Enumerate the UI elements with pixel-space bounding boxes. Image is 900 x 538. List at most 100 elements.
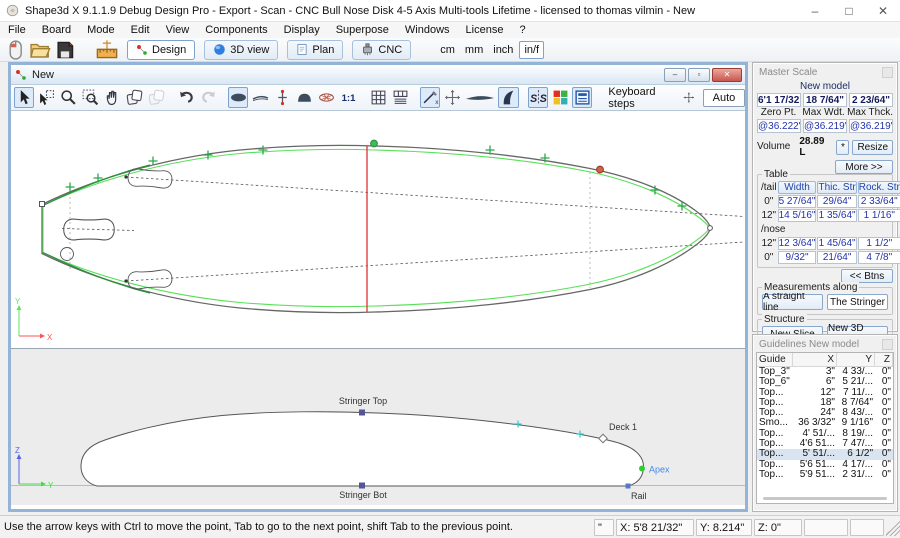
unit-inch[interactable]: inch xyxy=(489,42,517,58)
tail-12-width[interactable]: 14 5/16" xyxy=(778,209,817,222)
close-button[interactable]: ✕ xyxy=(866,0,900,22)
btns-toggle-button[interactable]: << Btns xyxy=(841,269,893,283)
undo-icon[interactable] xyxy=(176,87,196,108)
doc-minimize-button[interactable]: – xyxy=(664,68,686,82)
guideline-cross-icon[interactable] xyxy=(442,87,462,108)
rotate-view-icon[interactable] xyxy=(125,87,145,108)
menu-display[interactable]: Display xyxy=(276,23,328,37)
slice-view-icon[interactable] xyxy=(295,87,315,108)
rail-point[interactable] xyxy=(626,484,631,489)
nose-12-rocker[interactable]: 1 1/2" xyxy=(858,237,900,250)
tail-12-thick[interactable]: 1 35/64" xyxy=(817,209,856,222)
selected-point[interactable] xyxy=(371,140,378,147)
move-cross-icon[interactable] xyxy=(683,91,695,104)
slice-view-pane[interactable]: Stringer Top Deck 1 Apex Rail Stringer B… xyxy=(11,349,745,505)
minimize-button[interactable]: – xyxy=(798,0,832,22)
thickness-view-icon[interactable] xyxy=(272,87,292,108)
select-box-icon[interactable] xyxy=(36,87,56,108)
width-field[interactable]: 18 7/64" xyxy=(803,93,847,107)
side-profile-icon[interactable] xyxy=(464,87,496,108)
select-cursor-icon[interactable] xyxy=(14,87,34,108)
guideline-row[interactable]: Top...5'9 51...2 31/...0" xyxy=(757,470,893,480)
edit-curve-icon[interactable]: x xyxy=(420,87,440,108)
maximize-button[interactable]: □ xyxy=(832,0,866,22)
zoom-window-icon[interactable] xyxy=(80,87,100,108)
length-field[interactable]: 6'1 17/32" xyxy=(757,93,801,107)
menu-board[interactable]: Board xyxy=(34,23,79,37)
doc-restore-button[interactable]: ▫ xyxy=(688,68,710,82)
3d-view-mode-button[interactable]: 3D view xyxy=(204,40,278,60)
col-width[interactable]: Width xyxy=(778,181,817,194)
menu-windows[interactable]: Windows xyxy=(397,23,458,37)
guideline-row[interactable]: Top...4' 51/...8 19/...0" xyxy=(757,429,893,439)
dimensions-ruler-icon[interactable] xyxy=(96,40,118,60)
guideline-row[interactable]: Top...24"8 43/...0" xyxy=(757,408,893,418)
nose-0-thick[interactable]: 21/64" xyxy=(817,251,856,264)
s-mirror-icon[interactable]: SS xyxy=(528,87,548,108)
tail-0-width[interactable]: 5 27/64" xyxy=(778,195,817,208)
save-board-icon[interactable] xyxy=(54,40,76,60)
nose-0-rocker[interactable]: 4 7/8" xyxy=(858,251,900,264)
more-button[interactable]: More >> xyxy=(835,160,893,174)
menu-components[interactable]: Components xyxy=(197,23,275,37)
col-rocker[interactable]: Rock. Str xyxy=(858,181,900,194)
tail-0-thick[interactable]: 29/64" xyxy=(817,195,856,208)
unit-inf[interactable]: in/f xyxy=(519,41,544,59)
grid-icon[interactable] xyxy=(368,87,388,108)
menu-license[interactable]: License xyxy=(458,23,512,37)
menu-edit[interactable]: Edit xyxy=(123,23,158,37)
color-layers-icon[interactable] xyxy=(550,87,570,108)
col-thick[interactable]: Thic. Str xyxy=(817,181,856,194)
stringer-top-point[interactable] xyxy=(359,410,365,416)
pan-hand-icon[interactable] xyxy=(103,87,123,108)
straight-line-button[interactable]: A straight line xyxy=(762,294,823,310)
fin-icon[interactable] xyxy=(498,87,518,108)
unit-cm[interactable]: cm xyxy=(436,42,459,58)
redo-icon[interactable] xyxy=(199,87,219,108)
rotate-view-alt-icon[interactable] xyxy=(147,87,167,108)
guideline-row[interactable]: Top...5' 51/...6 1/2"0" xyxy=(757,449,893,459)
resize-grip[interactable] xyxy=(886,519,900,536)
tail-12-rocker[interactable]: 1 1/16" xyxy=(858,209,900,222)
thickness-field[interactable]: 2 23/64" xyxy=(849,93,893,107)
menu-view[interactable]: View xyxy=(158,23,198,37)
menu-file[interactable]: File xyxy=(0,23,34,37)
guideline-row[interactable]: Top_3"3"4 33/...0" xyxy=(757,367,893,377)
design-mode-button[interactable]: Design xyxy=(127,40,195,60)
doc-close-button[interactable]: ✕ xyxy=(712,68,742,82)
nose-12-thick[interactable]: 1 45/64" xyxy=(817,237,856,250)
mesh-view-icon[interactable] xyxy=(317,87,337,108)
menu-superpose[interactable]: Superpose xyxy=(328,23,397,37)
guideline-row[interactable]: Top...5'6 51...4 17/...0" xyxy=(757,460,893,470)
menu-mode[interactable]: Mode xyxy=(79,23,123,37)
outline-view-icon[interactable] xyxy=(228,87,248,108)
max-width-field[interactable]: @36.219" xyxy=(803,119,847,133)
guideline-row[interactable]: Smo...36 3/32"9 1/16"0" xyxy=(757,418,893,428)
outline-view-pane[interactable]: Y X xyxy=(11,111,745,349)
zero-point-field[interactable]: @36.222" xyxy=(757,119,801,133)
rocker-view-icon[interactable] xyxy=(250,87,270,108)
open-folder-icon[interactable] xyxy=(29,40,51,60)
guideline-row[interactable]: Top_6"6"5 21/...0" xyxy=(757,377,893,387)
highlight-point[interactable] xyxy=(597,166,604,173)
plan-mode-button[interactable]: Plan xyxy=(287,40,343,60)
control-points[interactable] xyxy=(66,146,687,211)
zoom-icon[interactable] xyxy=(58,87,78,108)
one-to-one-icon[interactable]: 1:1 xyxy=(339,87,359,108)
apex-point[interactable] xyxy=(639,466,645,472)
menu-help[interactable]: ? xyxy=(511,23,533,37)
nose-12-width[interactable]: 12 3/64" xyxy=(778,237,817,250)
slice-outline[interactable] xyxy=(81,412,644,486)
outline-drawing[interactable]: Y X xyxy=(11,111,745,349)
mouse-settings-icon[interactable] xyxy=(4,40,26,60)
panel-close-icon[interactable] xyxy=(882,67,893,78)
guideline-row[interactable]: Top...18"8 7/64"0" xyxy=(757,398,893,408)
unit-mm[interactable]: mm xyxy=(461,42,487,58)
guideline-row[interactable]: Top...12"7 11/...0" xyxy=(757,388,893,398)
guideline-row[interactable]: Top...4'6 51...7 47/...0" xyxy=(757,439,893,449)
nose-0-width[interactable]: 9/32" xyxy=(778,251,817,264)
stringer-button[interactable]: The Stringer xyxy=(827,294,888,310)
horizontal-scrollbar[interactable] xyxy=(763,497,887,500)
resize-button[interactable]: Resize xyxy=(852,140,893,155)
tail-0-rocker[interactable]: 2 33/64" xyxy=(858,195,900,208)
